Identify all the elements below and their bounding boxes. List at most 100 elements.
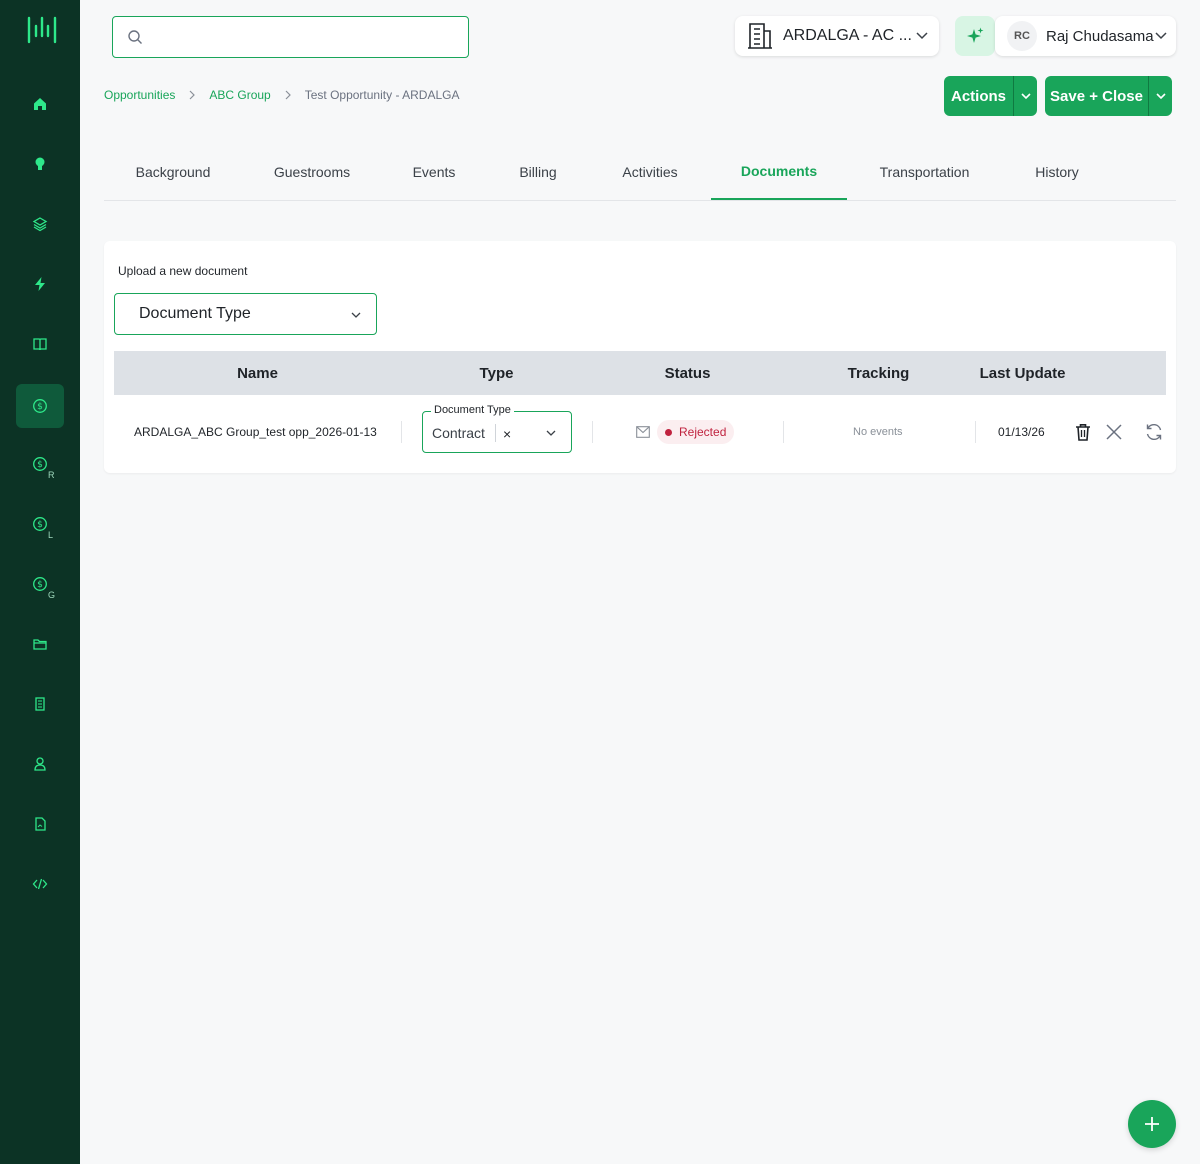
- tab-transportation[interactable]: Transportation: [847, 144, 1002, 200]
- sidebar: $ $ R $ L $ G: [0, 0, 80, 1164]
- dollar-icon: $: [33, 399, 47, 413]
- column-header-name[interactable]: Name: [114, 351, 401, 395]
- dollar-icon: $: [33, 517, 47, 531]
- breadcrumb: Opportunities ABC Group Test Opportunity…: [104, 88, 459, 102]
- dollar-icon: $: [33, 457, 47, 471]
- user-menu[interactable]: RC Raj Chudasama: [995, 16, 1176, 56]
- avatar: RC: [1007, 21, 1037, 51]
- code-icon: [32, 878, 48, 890]
- tab-guestrooms[interactable]: Guestrooms: [242, 144, 382, 200]
- sidebar-item-reports[interactable]: [16, 802, 64, 846]
- document-name[interactable]: ARDALGA_ABC Group_test opp_2026-01-13: [134, 425, 377, 439]
- building-icon: [748, 23, 772, 49]
- sidebar-item-developer[interactable]: [16, 862, 64, 906]
- add-button[interactable]: [1128, 1100, 1176, 1148]
- column-header-type[interactable]: Type: [401, 351, 592, 395]
- document-type-value: Contract: [432, 425, 485, 441]
- user-name: Raj Chudasama: [1046, 27, 1154, 45]
- document-type-legend: Document Type: [431, 404, 514, 416]
- search-input[interactable]: [153, 23, 453, 51]
- tab-activities[interactable]: Activities: [590, 144, 710, 200]
- tab-background[interactable]: Background: [104, 144, 242, 200]
- sidebar-item-revenue-g[interactable]: $ G: [16, 562, 64, 606]
- document-type-field[interactable]: Document Type Contract ×: [422, 404, 572, 453]
- user-icon: [34, 757, 46, 771]
- sidebar-item-ideas[interactable]: [16, 142, 64, 186]
- save-dropdown-button[interactable]: [1148, 76, 1172, 116]
- sidebar-item-layers[interactable]: [16, 202, 64, 246]
- column-header-last-update[interactable]: Last Update: [974, 351, 1071, 395]
- sidebar-item-revenue[interactable]: $: [16, 384, 64, 428]
- building-icon: [35, 697, 45, 711]
- mail-icon[interactable]: [636, 426, 650, 438]
- sidebar-item-properties[interactable]: [16, 682, 64, 726]
- file-icon: [35, 817, 46, 831]
- field-divider: [495, 424, 496, 442]
- document-type-placeholder: Document Type: [139, 305, 251, 322]
- home-icon: [34, 98, 46, 110]
- breadcrumb-current: Test Opportunity - ARDALGA: [304, 88, 460, 102]
- tracking-value: No events: [853, 426, 903, 438]
- app-logo[interactable]: [26, 14, 58, 46]
- chevron-right-icon: [285, 90, 291, 100]
- hotel-selector[interactable]: ARDALGA - AC ...: [735, 16, 939, 56]
- search-icon: [128, 30, 142, 44]
- sidebar-item-folder[interactable]: [16, 622, 64, 666]
- sidebar-sub-label: R: [48, 470, 55, 480]
- table-header: Name Type Status Tracking Last Update: [114, 351, 1166, 395]
- sidebar-item-revenue-r[interactable]: $ R: [16, 442, 64, 486]
- sidebar-sub-label: G: [48, 590, 56, 600]
- sidebar-item-revenue-l[interactable]: $ L: [16, 502, 64, 546]
- document-type-select[interactable]: Document Type: [114, 293, 377, 335]
- close-icon[interactable]: [1104, 422, 1124, 442]
- search-box[interactable]: [112, 16, 469, 58]
- ai-assistant-button[interactable]: [955, 16, 995, 56]
- chevron-down-icon: [1020, 93, 1031, 100]
- sidebar-item-home[interactable]: [16, 82, 64, 126]
- tab-documents[interactable]: Documents: [711, 144, 847, 200]
- dollar-icon: $: [33, 577, 47, 591]
- actions-dropdown-button[interactable]: [1013, 76, 1037, 116]
- actions-button[interactable]: Actions: [944, 76, 1013, 116]
- lightbulb-icon: [35, 157, 45, 170]
- plus-icon: [1145, 1117, 1159, 1131]
- hotel-name: ARDALGA - AC ...: [783, 27, 912, 44]
- svg-text:$: $: [37, 520, 43, 530]
- svg-text:$: $: [37, 402, 43, 412]
- folder-icon: [33, 639, 47, 650]
- column-header-status[interactable]: Status: [592, 351, 783, 395]
- layers-icon: [32, 217, 48, 232]
- chevron-down-icon: [916, 32, 928, 40]
- tab-history[interactable]: History: [1002, 144, 1112, 200]
- sidebar-sub-label: L: [48, 530, 54, 540]
- chevron-right-icon: [189, 90, 196, 100]
- last-update-value: 01/13/26: [998, 425, 1045, 439]
- status-dot: [665, 429, 672, 436]
- actions-button-group: Actions: [944, 76, 1037, 116]
- table-row: ARDALGA_ABC Group_test opp_2026-01-13 Do…: [114, 401, 1166, 463]
- chevron-down-icon[interactable]: [545, 427, 557, 439]
- trash-icon[interactable]: [1073, 422, 1093, 442]
- clear-type-button[interactable]: ×: [503, 426, 511, 442]
- column-header-tracking[interactable]: Tracking: [783, 351, 974, 395]
- bolt-icon: [35, 277, 45, 291]
- column-divider: [783, 421, 784, 443]
- tab-bar: Background Guestrooms Events Billing Act…: [104, 144, 1176, 201]
- sparkle-icon: [967, 27, 984, 43]
- refresh-icon[interactable]: [1144, 422, 1164, 442]
- breadcrumb-opportunities[interactable]: Opportunities: [104, 88, 175, 102]
- book-icon: [33, 338, 47, 351]
- tab-billing[interactable]: Billing: [486, 144, 590, 200]
- column-divider: [401, 421, 402, 443]
- upload-label: Upload a new document: [118, 264, 248, 278]
- sidebar-item-book[interactable]: [16, 322, 64, 366]
- save-close-button[interactable]: Save + Close: [1045, 76, 1148, 116]
- tab-events[interactable]: Events: [382, 144, 486, 200]
- breadcrumb-account[interactable]: ABC Group: [209, 88, 270, 102]
- status-text: Rejected: [679, 425, 727, 439]
- documents-card: Upload a new document Document Type Name…: [104, 241, 1176, 473]
- sidebar-item-contacts[interactable]: [16, 742, 64, 786]
- svg-text:$: $: [37, 580, 43, 590]
- sidebar-item-activity[interactable]: [16, 262, 64, 306]
- status-badge: Rejected: [657, 420, 735, 444]
